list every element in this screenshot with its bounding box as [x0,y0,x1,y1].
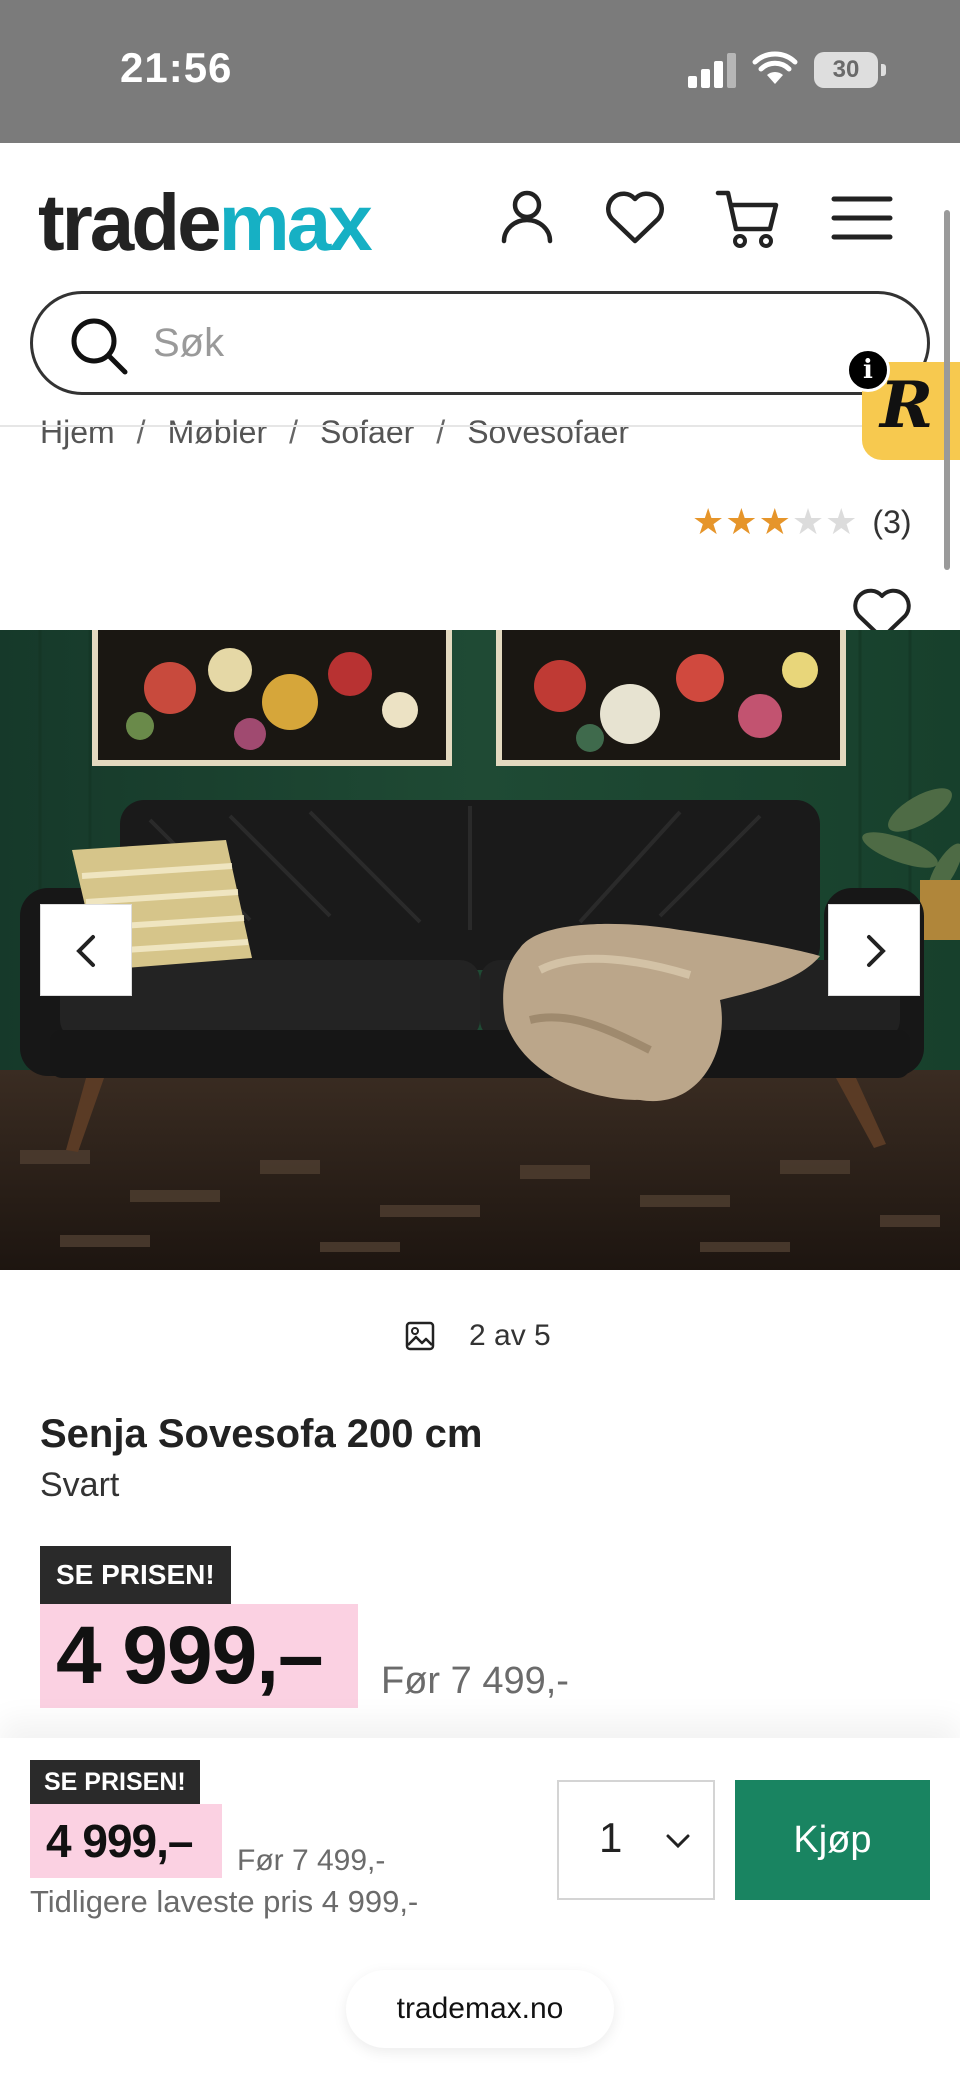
scrollbar[interactable] [944,210,950,570]
breadcrumb-separator: / [436,414,446,450]
gallery-counter-text: 2 av 5 [469,1319,551,1352]
quantity-select[interactable]: 1 [557,1780,715,1900]
breadcrumb-separator: / [136,414,146,450]
star-filled-icon: ★ [725,501,758,542]
product-rating[interactable]: ★ ★ ★ ★ ★ (3) [692,500,912,544]
buy-button[interactable]: Kjøp [735,1780,930,1900]
r-logo-icon: R [880,368,934,443]
image-gallery-icon [405,1321,435,1351]
chevron-down-icon [666,1834,690,1849]
chevron-right-icon [867,935,886,967]
breadcrumb-link-home[interactable]: Hjem [40,414,115,450]
product-title: Senja Sovesofa 200 cm [40,1412,483,1456]
chevron-left-icon [76,935,95,967]
buybar-previous-price: Før 7 499,- [237,1844,386,1877]
wishlist-heart-icon[interactable] [600,183,670,253]
wifi-icon [752,51,798,84]
browser-url-bar[interactable]: trademax.no [346,1970,614,2048]
account-icon[interactable] [492,183,562,253]
cart-icon[interactable] [714,183,784,253]
next-image-button[interactable] [828,904,920,996]
product-price: 4 999,– [40,1604,358,1708]
search-input[interactable] [153,312,853,374]
previous-image-button[interactable] [40,904,132,996]
star-empty-icon: ★ [791,501,825,542]
cellular-signal-icon [688,52,736,88]
star-filled-icon: ★ [758,501,791,542]
product-image[interactable] [0,630,960,1270]
buybar-price: 4 999,– [30,1804,222,1878]
lowest-price-note: Tidligere laveste pris 4 999,- [30,1884,419,1919]
trademax-logo[interactable]: trademax [38,173,373,273]
battery-icon: 30 [814,52,886,88]
quantity-value: 1 [599,1814,623,1861]
header-divider [0,425,960,427]
status-bar: 21:56 30 [0,0,960,143]
status-time: 21:56 [120,44,233,91]
previous-price: Før 7 499,- [381,1660,569,1702]
search-icon [71,318,128,375]
breadcrumb-link-sovesofaer[interactable]: Sovesofaer [467,414,629,450]
menu-icon[interactable] [828,183,898,253]
search-field[interactable] [30,291,930,395]
review-count: (3) [872,503,912,540]
breadcrumb: Hjem / Møbler / Sofaer / Sovesofaer [40,414,629,451]
star-empty-icon: ★ [825,501,858,542]
breadcrumb-link-mobler[interactable]: Møbler [168,414,268,450]
star-filled-icon: ★ [692,501,725,542]
buybar-campaign-tag: SE PRISEN! [30,1760,200,1804]
sofa-photo [0,630,960,1270]
breadcrumb-link-sofaer[interactable]: Sofaer [320,414,414,450]
product-color: Svart [40,1466,120,1504]
breadcrumb-separator: / [289,414,299,450]
info-icon[interactable]: i [846,348,890,392]
price-campaign-tag: SE PRISEN! [40,1546,231,1604]
gallery-counter[interactable]: 2 av 5 [405,1316,551,1356]
site-header: trademax [0,143,960,433]
